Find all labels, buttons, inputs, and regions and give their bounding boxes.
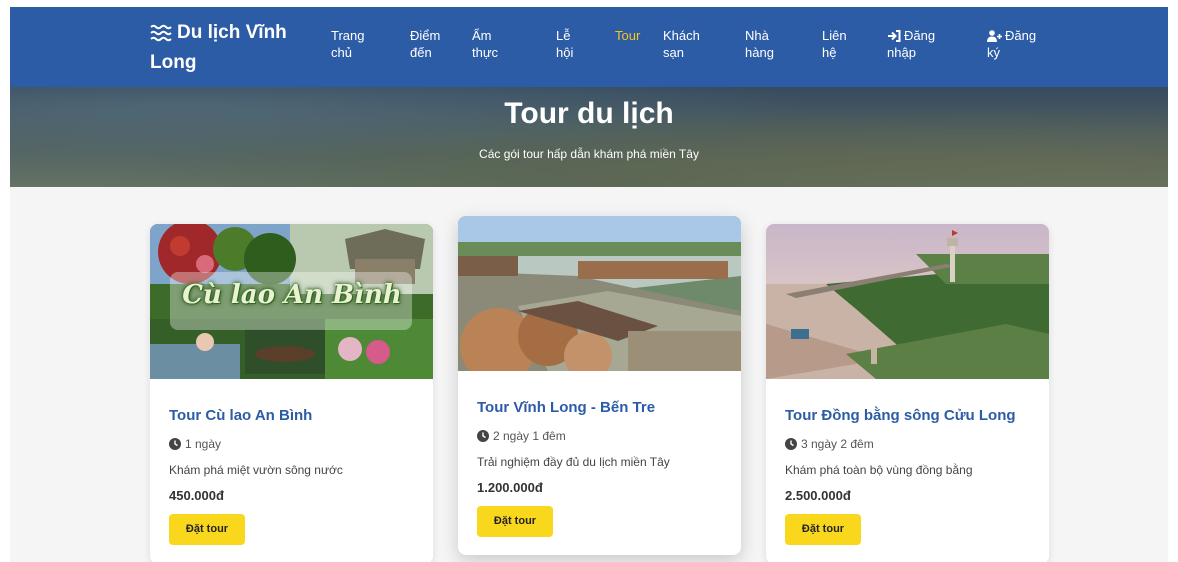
tour-image-vinh-long-ben-tre (458, 216, 741, 371)
tour-image-caption: Cù lao An Bình (182, 280, 402, 310)
tour-title[interactable]: Tour Cù lao An Bình (169, 407, 418, 425)
nav-festivals[interactable]: Lễ hội (556, 27, 573, 61)
nav-contact-label: Liên (822, 28, 847, 43)
hero-title: Tour du lịch (504, 97, 674, 130)
tour-image-cu-lao-an-binh: Cù lao An Bình (150, 224, 433, 379)
tour-card[interactable]: Tour Vĩnh Long - Bến Tre 2 ngày 1 đêm Tr… (458, 216, 741, 555)
tour-price: 2.500.000đ (785, 488, 851, 503)
site-brand[interactable]: Du lịch Vĩnh Long (150, 18, 300, 78)
book-tour-button[interactable]: Đặt tour (785, 514, 861, 545)
nav-festivals-label-2: hội (556, 45, 574, 60)
tour-description: Khám phá toàn bộ vùng đồng bằng (785, 463, 973, 477)
tour-card-body: Tour Vĩnh Long - Bến Tre 2 ngày 1 đêm Tr… (477, 399, 726, 537)
nav-destinations[interactable]: Điểm đến (410, 27, 440, 61)
nav-contact[interactable]: Liên hệ (822, 27, 847, 61)
hero-subtitle: Các gói tour hấp dẫn khám phá miền Tây (479, 147, 699, 161)
nav-home[interactable]: Trang chủ (331, 27, 364, 61)
brand-line1: Du lịch Vĩnh (177, 22, 287, 43)
clock-icon (169, 438, 181, 450)
nav-hotels-label: Khách (663, 28, 700, 43)
nav-cuisine[interactable]: Ẩm thực (472, 27, 498, 61)
nav-register[interactable]: Đăng ký (987, 27, 1036, 61)
nav-hotels[interactable]: Khách sạn (663, 27, 700, 61)
page: Du lịch Vĩnh Long Trang chủ Điểm đến Ẩm … (0, 0, 1178, 562)
tour-card-body: Tour Cù lao An Bình 1 ngày Khám phá miệt… (169, 407, 418, 545)
nav-login-label: Đăng (904, 28, 936, 43)
nav-home-label-2: chủ (331, 45, 352, 60)
hero-banner: Tour du lịch Các gói tour hấp dẫn khám p… (10, 87, 1168, 187)
tour-price: 450.000đ (169, 488, 224, 503)
book-tour-button[interactable]: Đặt tour (169, 514, 245, 545)
nav-cuisine-label-2: thực (472, 45, 499, 60)
nav-hotels-label-2: sạn (663, 45, 684, 60)
clock-icon (477, 430, 489, 442)
nav-cuisine-label: Ẩm (472, 28, 492, 43)
nav-restaurants[interactable]: Nhà hàng (745, 27, 774, 61)
tour-card[interactable]: Tour Đồng bằng sông Cửu Long 3 ngày 2 đê… (766, 224, 1049, 562)
water-waves-icon (150, 24, 172, 42)
tour-duration: 1 ngày (169, 436, 418, 452)
tour-image-dong-bang-song-cuu-long (766, 224, 1049, 379)
tour-duration-text: 2 ngày 1 đêm (493, 429, 566, 443)
nav-register-label: Đăng (1005, 28, 1037, 43)
tour-description: Khám phá miệt vườn sông nước (169, 463, 343, 477)
nav-register-label-2: ký (987, 45, 1000, 60)
browser-viewport: Du lịch Vĩnh Long Trang chủ Điểm đến Ẩm … (10, 7, 1168, 562)
nav-home-label: Trang (331, 28, 365, 43)
tour-title[interactable]: Tour Đồng bằng sông Cửu Long (785, 407, 1034, 425)
tour-card[interactable]: Cù lao An Bình Tour Cù lao An Bình 1 ngà… (150, 224, 433, 562)
tour-card-body: Tour Đồng bằng sông Cửu Long 3 ngày 2 đê… (785, 407, 1034, 545)
nav-destinations-label-2: đến (410, 45, 432, 60)
tour-duration-text: 3 ngày 2 đêm (801, 437, 874, 451)
nav-restaurants-label-2: hàng (745, 45, 774, 60)
tour-duration-text: 1 ngày (185, 437, 222, 451)
tour-title[interactable]: Tour Vĩnh Long - Bến Tre (477, 399, 726, 417)
tour-duration: 2 ngày 1 đêm (477, 428, 726, 444)
brand-line2: Long (150, 52, 197, 73)
nav-login-label-2: nhập (887, 45, 916, 60)
tour-description: Trải nghiệm đầy đủ du lịch miền Tây (477, 455, 670, 469)
nav-tour-label: Tour (615, 28, 641, 43)
top-navbar: Du lịch Vĩnh Long Trang chủ Điểm đến Ẩm … (10, 7, 1168, 87)
nav-restaurants-label: Nhà (745, 28, 769, 43)
tour-duration: 3 ngày 2 đêm (785, 436, 1034, 452)
nav-contact-label-2: hệ (822, 45, 837, 60)
nav-festivals-label: Lễ (556, 28, 571, 43)
sign-in-icon (888, 29, 901, 42)
nav-login[interactable]: Đăng nhập (887, 27, 935, 61)
user-plus-icon (987, 29, 1002, 42)
nav-destinations-label: Điểm (410, 28, 441, 43)
nav-tour[interactable]: Tour (615, 27, 640, 44)
book-tour-button[interactable]: Đặt tour (477, 506, 553, 537)
clock-icon (785, 438, 797, 450)
tour-price: 1.200.000đ (477, 480, 543, 495)
